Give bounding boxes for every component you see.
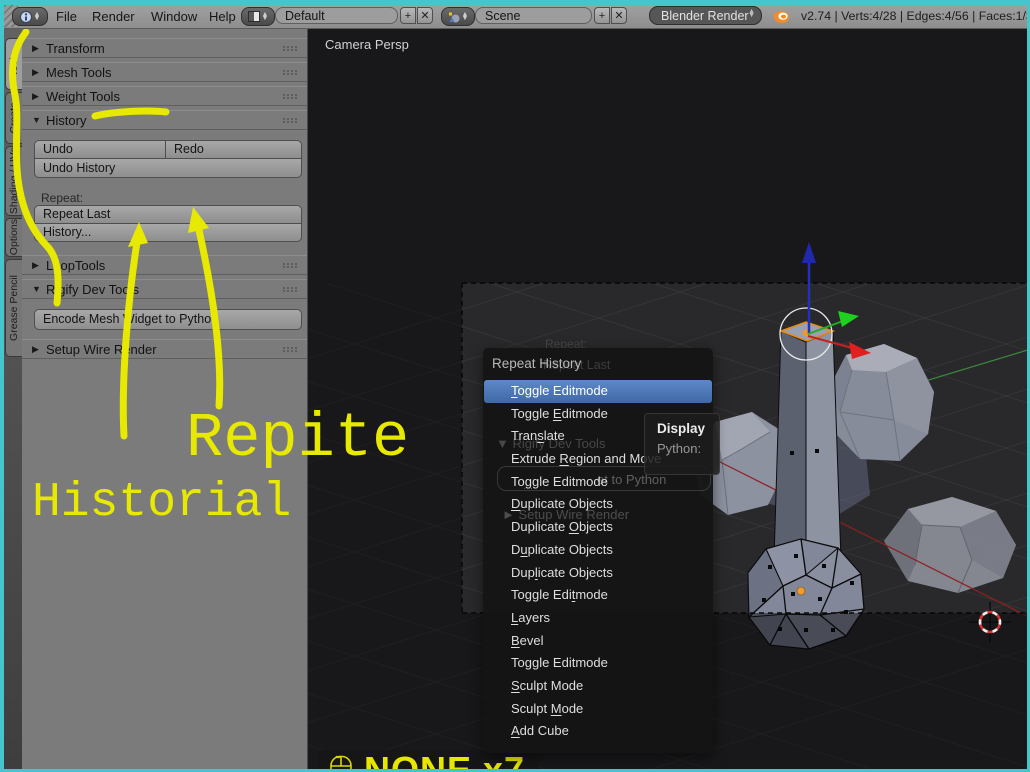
menu-help[interactable]: Help bbox=[209, 9, 236, 24]
menu-item-toggle-editmode-12[interactable]: Toggle Editmode bbox=[484, 652, 712, 675]
sidebar-tab-shading-uvs[interactable]: Shading / UVs bbox=[5, 146, 22, 216]
shelf-tab-column: Tools Create Shading / UVs Options Grease Pe… bbox=[4, 28, 22, 769]
panel-header-looptools[interactable]: ▶ LoopTools bbox=[22, 255, 307, 275]
menu-item-bevel-11[interactable]: Bevel bbox=[484, 630, 712, 653]
panel-header-label: History bbox=[46, 113, 87, 128]
panel-header-label: LoopTools bbox=[46, 258, 106, 273]
menu-render[interactable]: Render bbox=[92, 9, 135, 24]
panel-header-rigify-dev-tools[interactable]: ▼ Rigify Dev Tools bbox=[22, 279, 307, 299]
mouse-icon bbox=[330, 755, 352, 769]
chevron-right-icon: ▶ bbox=[32, 43, 39, 53]
plus-icon: + bbox=[598, 9, 606, 22]
blender-window: Camera Persp Repeat: ▲ ▼ File Render Window… bbox=[4, 5, 1027, 769]
header-bar: ▲ ▼ File Render Window Help ▲ ▼ Default + ✕ bbox=[4, 5, 1027, 29]
render-engine-dropdown[interactable]: Blender Render ▲ ▼ bbox=[649, 6, 762, 25]
sidebar-tab-grease-pencil[interactable]: Grease Pencil bbox=[5, 259, 22, 357]
layout-name-field[interactable]: Default bbox=[275, 7, 398, 24]
sidebar-tab-label: Grease Pencil bbox=[8, 275, 20, 341]
chevron-right-icon: ▶ bbox=[32, 344, 39, 354]
panel-grip-icon[interactable] bbox=[283, 70, 297, 75]
panel-header-mesh-tools[interactable]: ▶ Mesh Tools bbox=[22, 62, 307, 82]
column-object bbox=[773, 330, 842, 576]
sidebar-tab-label: Tools bbox=[8, 51, 20, 77]
layout-close-button[interactable]: ✕ bbox=[417, 7, 433, 24]
chevron-right-icon: ▶ bbox=[32, 260, 39, 270]
panel-grip-icon[interactable] bbox=[283, 347, 297, 352]
menu-window[interactable]: Window bbox=[151, 9, 197, 24]
menu-item-duplicate-objects-7[interactable]: Duplicate Objects bbox=[484, 539, 712, 562]
panel-header-label: Rigify Dev Tools bbox=[46, 282, 139, 297]
layout-icon bbox=[247, 11, 260, 22]
sidebar-tab-label: Create bbox=[8, 102, 20, 134]
menu-item-toggle-editmode-9[interactable]: Toggle Editmode bbox=[484, 584, 712, 607]
sidebar-tab-options[interactable]: Options bbox=[5, 218, 22, 257]
menu-file[interactable]: File bbox=[56, 9, 77, 24]
layout-browse-button[interactable]: ▲ ▼ bbox=[241, 7, 275, 26]
panel-header-weight-tools[interactable]: ▶ Weight Tools bbox=[22, 86, 307, 106]
scene-stats: v2.74 | Verts:4/28 | Edges:4/56 | Faces:… bbox=[801, 9, 1027, 23]
panel-header-transform[interactable]: ▶ Transform bbox=[22, 38, 307, 58]
blender-logo-icon bbox=[772, 11, 789, 23]
updown-arrows-icon: ▲ ▼ bbox=[748, 8, 755, 19]
sidebar-tab-label: Shading / UVs bbox=[8, 147, 20, 215]
menu-item-duplicate-objects-6[interactable]: Duplicate Objects bbox=[484, 516, 712, 539]
repeat-last-button[interactable]: Repeat Last bbox=[34, 205, 302, 224]
menu-item-duplicate-objects-5[interactable]: Duplicate Objects bbox=[484, 493, 712, 516]
scene-add-button[interactable]: + bbox=[594, 7, 610, 24]
undo-button[interactable]: Undo bbox=[34, 140, 166, 159]
object-origin-dot bbox=[796, 586, 806, 596]
scene-name-field[interactable]: Scene bbox=[475, 7, 592, 24]
menu-item-sculpt-mode-13[interactable]: Sculpt Mode bbox=[484, 675, 712, 698]
menu-item-add-cube-15[interactable]: Add Cube bbox=[484, 720, 712, 743]
updown-arrows-icon: ▲ ▼ bbox=[461, 10, 469, 22]
panel-grip-icon[interactable] bbox=[283, 46, 297, 51]
panel-header-setup-wire-render[interactable]: ▶ Setup Wire Render bbox=[22, 339, 307, 359]
scene-icon bbox=[448, 12, 460, 22]
sidebar-tab-tools[interactable]: Tools bbox=[5, 38, 22, 90]
layout-add-button[interactable]: + bbox=[400, 7, 416, 24]
menu-item-toggle-editmode-0[interactable]: Toggle Editmode bbox=[484, 380, 712, 403]
blender-window-frame: Camera Persp Repeat: ▲ ▼ File Render Window… bbox=[0, 0, 1030, 772]
panel-header-label: Mesh Tools bbox=[46, 65, 112, 80]
info-icon bbox=[19, 10, 32, 23]
chevron-right-icon: ▶ bbox=[32, 67, 39, 77]
scene-close-button[interactable]: ✕ bbox=[611, 7, 627, 24]
close-icon: ✕ bbox=[420, 10, 430, 22]
menu-title: Repeat History bbox=[492, 356, 582, 371]
panel-header-label: Weight Tools bbox=[46, 89, 120, 104]
sidebar-tab-create[interactable]: Create bbox=[5, 92, 22, 144]
menu-item-layers-10[interactable]: Layers bbox=[484, 607, 712, 630]
panel-header-history[interactable]: ▼ History bbox=[22, 110, 307, 130]
redo-button[interactable]: Redo bbox=[165, 140, 302, 159]
close-icon: ✕ bbox=[614, 10, 624, 22]
viewport-mode-label: Camera Persp bbox=[325, 37, 409, 52]
editor-type-button[interactable]: ▲ ▼ bbox=[12, 7, 48, 26]
menu-item-duplicate-objects-8[interactable]: Duplicate Objects bbox=[484, 562, 712, 585]
tooltip-python-label: Python: bbox=[657, 441, 702, 456]
panel-grip-icon[interactable] bbox=[283, 118, 297, 123]
undo-history-button[interactable]: Undo History bbox=[34, 158, 302, 178]
repeat-history-menu: Repeat Last ▼ Rigify Dev Tools et to Pyt… bbox=[483, 348, 713, 753]
chevron-right-icon: ▶ bbox=[32, 91, 39, 101]
repeat-section-label: Repeat: bbox=[41, 191, 84, 205]
encode-mesh-widget-to-python-button[interactable]: Encode Mesh Widget to Python bbox=[34, 309, 302, 330]
scene-browse-button[interactable]: ▲ ▼ bbox=[441, 7, 475, 26]
tool-shelf: ▶ Transform ▶ Mesh Tools ▶ Weight Tools ▼ Histo… bbox=[22, 28, 308, 769]
menu-item-sculpt-mode-14[interactable]: Sculpt Mode bbox=[484, 698, 712, 721]
tooltip-title: Display bbox=[657, 421, 706, 436]
tooltip: Display Python: bbox=[644, 413, 720, 475]
updown-arrows-icon: ▲ ▼ bbox=[261, 10, 269, 22]
updown-arrows-icon: ▲ ▼ bbox=[33, 10, 41, 22]
chevron-down-icon: ▼ bbox=[32, 284, 41, 294]
panel-grip-icon[interactable] bbox=[283, 94, 297, 99]
panel-header-label: Setup Wire Render bbox=[46, 342, 157, 357]
panel-grip-icon[interactable] bbox=[283, 287, 297, 292]
history-button[interactable]: History... bbox=[34, 223, 302, 242]
panel-header-label: Transform bbox=[46, 41, 105, 56]
chevron-down-icon: ▼ bbox=[32, 115, 41, 125]
plus-icon: + bbox=[404, 9, 412, 22]
panel-grip-icon[interactable] bbox=[283, 263, 297, 268]
sidebar-tab-label: Options bbox=[8, 219, 20, 256]
